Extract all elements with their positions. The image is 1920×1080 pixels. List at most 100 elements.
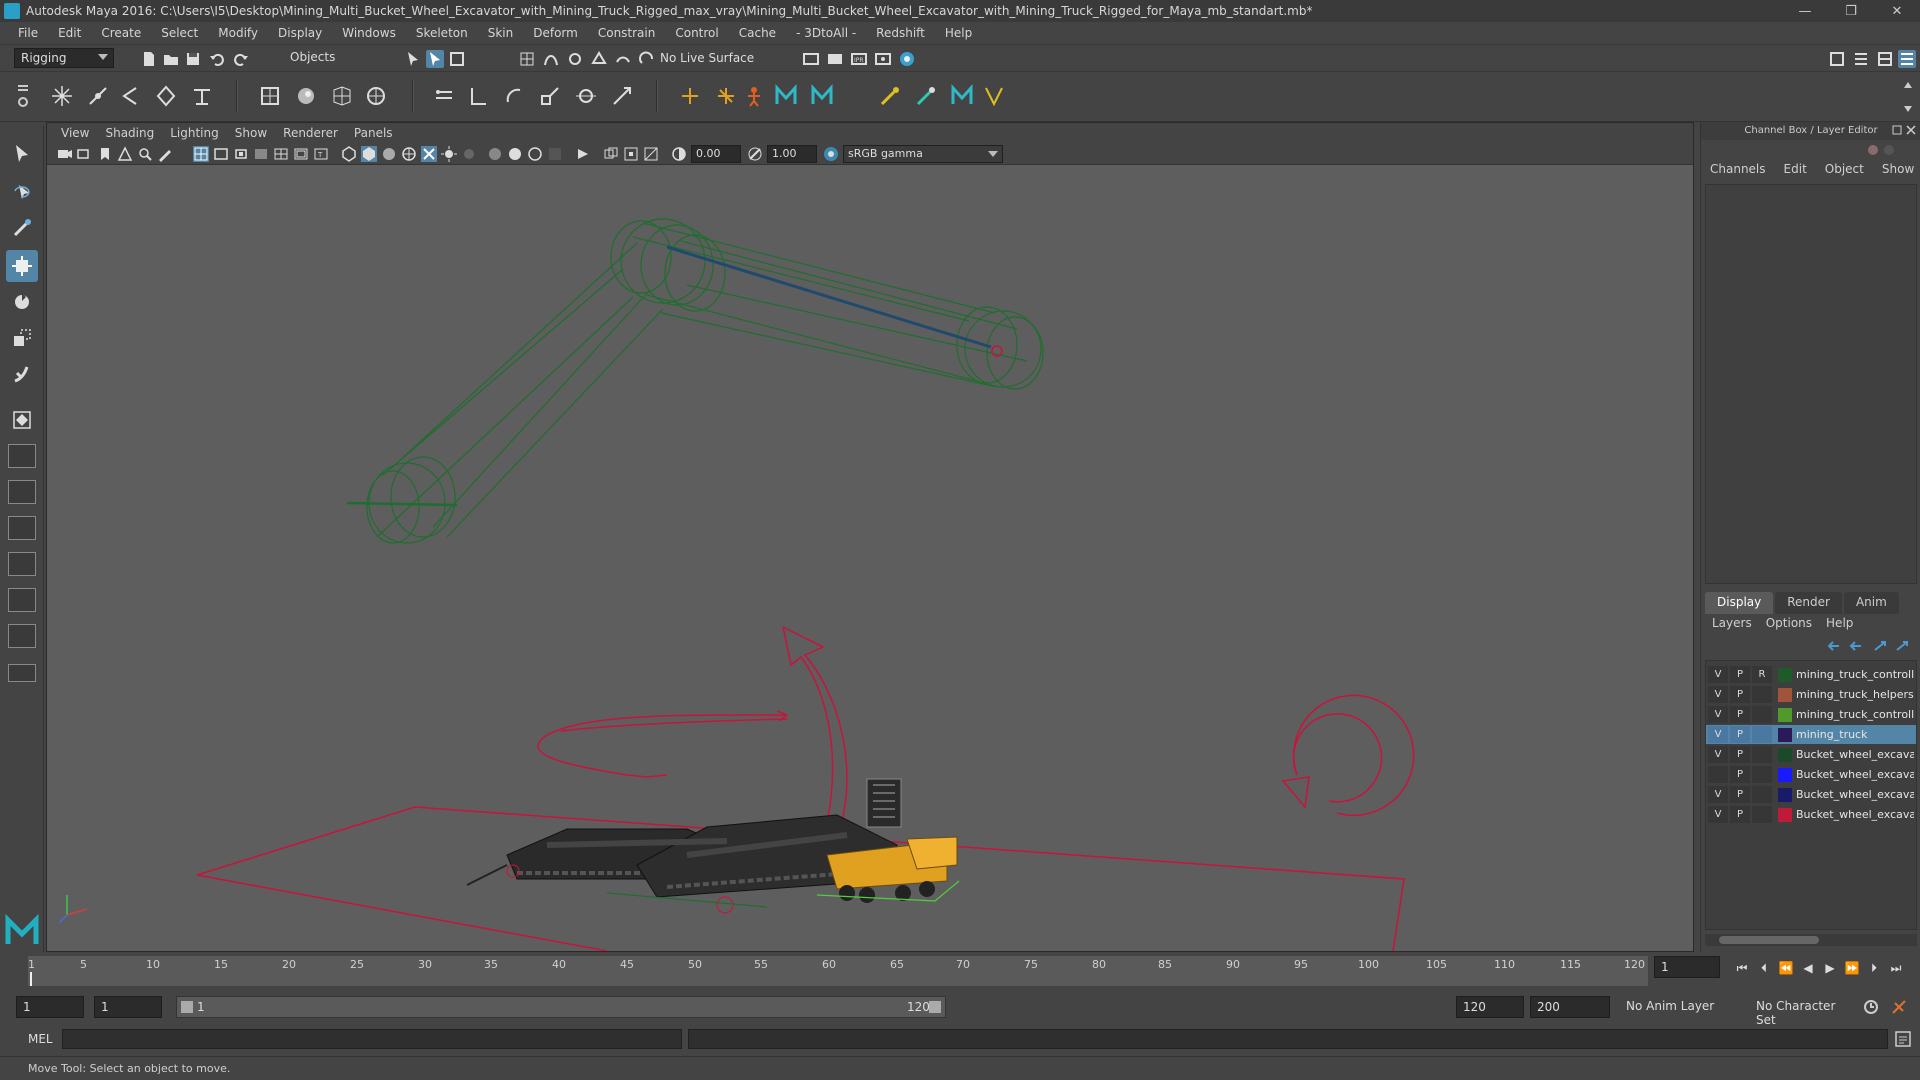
layer-playback-toggle[interactable]: P	[1730, 746, 1750, 763]
snap-surface-icon[interactable]	[614, 50, 632, 68]
custom-v-icon[interactable]	[980, 82, 1008, 110]
smooth-shade-icon[interactable]	[361, 146, 377, 162]
range-slider-bar[interactable]: 1 120	[176, 996, 946, 1018]
layer-playback-toggle[interactable]: P	[1730, 686, 1750, 703]
select-camera-icon[interactable]	[57, 146, 73, 162]
parent-constraint-icon[interactable]	[430, 82, 458, 110]
film-gate-icon[interactable]	[213, 146, 229, 162]
play-backwards-icon[interactable]: ◀	[1800, 960, 1816, 976]
paint-select-tool-icon[interactable]	[6, 212, 38, 244]
aim-constraint-icon[interactable]	[572, 82, 600, 110]
range-start-handle[interactable]	[181, 1001, 193, 1013]
cb-menu-object[interactable]: Object	[1816, 162, 1873, 182]
image-plane-icon[interactable]	[117, 146, 133, 162]
layer-display-type-toggle[interactable]	[1752, 746, 1772, 763]
redo-icon[interactable]	[232, 50, 250, 68]
2d-pan-zoom-icon[interactable]	[137, 146, 153, 162]
cb-menu-channels[interactable]: Channels	[1701, 162, 1775, 182]
step-forward-key-icon[interactable]: ⏩	[1844, 960, 1860, 976]
sculpt-brush-icon[interactable]	[912, 82, 940, 110]
maya-m-icon-2[interactable]	[808, 82, 836, 110]
render-settings-icon[interactable]	[874, 50, 892, 68]
menu-skin[interactable]: Skin	[478, 26, 524, 40]
panel-menu-panels[interactable]: Panels	[346, 126, 401, 140]
close-button[interactable]: ✕	[1874, 0, 1920, 22]
custom-layout-button[interactable]	[8, 664, 36, 682]
step-forward-frame-icon[interactable]: ⏵	[1866, 960, 1882, 976]
locator-icon[interactable]	[676, 82, 704, 110]
excavator-boom-controller[interactable]	[346, 218, 1044, 544]
start-time-field[interactable]: 1	[16, 996, 84, 1018]
last-tool-icon[interactable]	[6, 358, 38, 390]
channel-box-mode-icons[interactable]	[1865, 142, 1905, 158]
panel-menu-lighting[interactable]: Lighting	[162, 126, 227, 140]
playback-end-field[interactable]: 120	[1456, 996, 1524, 1018]
menu-edit[interactable]: Edit	[48, 26, 91, 40]
menu-3dtoall[interactable]: - 3DtoAll -	[786, 26, 866, 40]
layer-playback-toggle[interactable]: P	[1730, 706, 1750, 723]
layer-row[interactable]: V P Bucket_wheel_excavat	[1706, 745, 1916, 764]
new-scene-icon[interactable]	[140, 50, 158, 68]
time-slider-bar[interactable]: 1 5 10 15 20 25 30 35 40 45 50 55 60 65 …	[28, 956, 1648, 986]
undo-icon[interactable]	[208, 50, 226, 68]
menu-redshift[interactable]: Redshift	[866, 26, 935, 40]
gate-mask-icon[interactable]	[253, 146, 269, 162]
make-live-icon[interactable]	[638, 50, 656, 68]
tool-settings-icon[interactable]	[1876, 50, 1894, 68]
auto-key-icon[interactable]	[1862, 998, 1880, 1016]
select-tool-icon[interactable]	[6, 138, 38, 170]
snap-curve-icon[interactable]	[542, 50, 560, 68]
snap-point-icon[interactable]	[566, 50, 584, 68]
rotate-circle-controller[interactable]	[1281, 694, 1415, 817]
insert-joint-icon[interactable]	[84, 82, 112, 110]
current-time-indicator[interactable]	[30, 972, 32, 986]
layer-visibility-toggle[interactable]: V	[1708, 786, 1728, 803]
menuset-dropdown[interactable]: Rigging	[14, 48, 114, 68]
selection-mode-dropdown[interactable]: Objects	[284, 48, 384, 68]
mirror-joint-icon[interactable]	[116, 82, 144, 110]
point-constraint-icon[interactable]	[464, 82, 492, 110]
lattice-icon[interactable]	[328, 82, 356, 110]
move-layer-down-icon[interactable]	[1847, 638, 1863, 654]
use-all-lights-icon[interactable]	[441, 146, 457, 162]
paint-weights-icon[interactable]	[292, 82, 320, 110]
isolate-select-icon[interactable]	[575, 146, 591, 162]
render-frame-icon[interactable]	[826, 50, 844, 68]
four-pane-layout-button[interactable]	[8, 480, 36, 504]
create-joint-icon[interactable]	[48, 82, 76, 110]
layer-color-swatch[interactable]	[1778, 807, 1792, 822]
end-time-field[interactable]: 200	[1530, 996, 1610, 1018]
float-panel-icon[interactable]	[1892, 125, 1902, 135]
layer-color-swatch[interactable]	[1778, 687, 1792, 702]
character-set-dropdown[interactable]: No Character Set	[1750, 996, 1860, 1027]
persp-outliner-layout-button[interactable]	[8, 552, 36, 576]
layer-display-type-toggle[interactable]	[1752, 786, 1772, 803]
snap-grid-icon[interactable]	[518, 50, 536, 68]
layer-display-type-toggle[interactable]	[1752, 766, 1772, 783]
two-pane-layout-button[interactable]	[8, 516, 36, 540]
menu-help[interactable]: Help	[935, 26, 982, 40]
layer-visibility-toggle[interactable]: V	[1708, 686, 1728, 703]
script-editor-icon[interactable]	[1894, 1030, 1912, 1048]
layer-playback-toggle[interactable]: P	[1730, 666, 1750, 683]
layer-display-type-toggle[interactable]	[1752, 706, 1772, 723]
shelf-scroll-arrows[interactable]	[1902, 78, 1914, 116]
layer-visibility-toggle[interactable]: V	[1708, 666, 1728, 683]
paint-effects-icon[interactable]	[876, 82, 904, 110]
render-view-icon[interactable]	[802, 50, 820, 68]
animation-preferences-icon[interactable]	[1890, 998, 1908, 1016]
snap-view-plane-icon[interactable]	[590, 50, 608, 68]
panel-menu-show[interactable]: Show	[227, 126, 275, 140]
hik-icon[interactable]	[740, 82, 768, 110]
layer-list-horizontal-scrollbar[interactable]	[1705, 934, 1917, 946]
play-forwards-icon[interactable]: ▶	[1822, 960, 1838, 976]
layer-row-selected[interactable]: V P mining_truck	[1706, 725, 1916, 744]
menu-deform[interactable]: Deform	[523, 26, 588, 40]
move-tool-icon[interactable]	[6, 250, 38, 282]
shelf-menu-icon[interactable]	[16, 78, 30, 114]
safe-title-icon[interactable]: T	[313, 146, 329, 162]
rotate-y-controller[interactable]	[537, 710, 788, 778]
gamma-icon[interactable]	[747, 146, 763, 162]
layer-row[interactable]: V P mining_truck_helpers	[1706, 685, 1916, 704]
anti-aliasing-icon[interactable]	[527, 146, 543, 162]
